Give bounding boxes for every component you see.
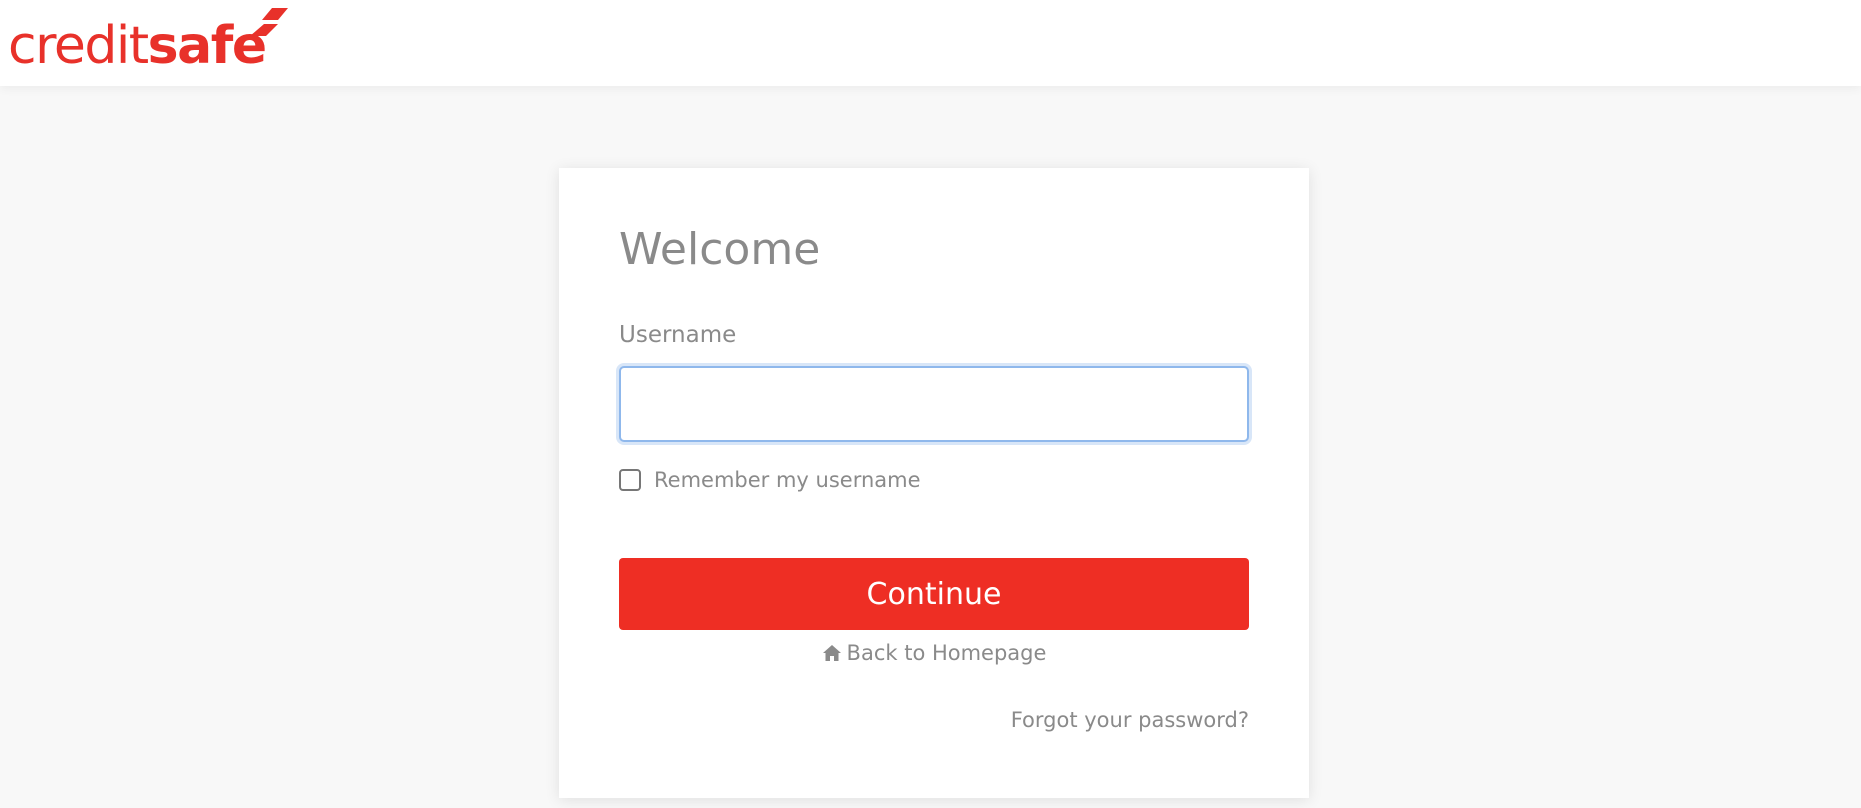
home-icon: [822, 644, 842, 662]
username-label: Username: [619, 322, 737, 348]
logo-text: creditsafe: [8, 20, 267, 72]
back-to-homepage-link[interactable]: Back to Homepage: [619, 641, 1249, 665]
page-title: Welcome: [619, 224, 821, 275]
back-to-homepage-label[interactable]: Back to Homepage: [847, 641, 1047, 665]
logo-text-light: credit: [8, 16, 149, 76]
username-input[interactable]: [619, 366, 1249, 442]
continue-button[interactable]: Continue: [619, 558, 1249, 630]
forgot-password-link[interactable]: Forgot your password?: [1011, 708, 1249, 732]
top-bar: creditsafe: [0, 0, 1861, 86]
remember-username-row[interactable]: Remember my username: [619, 468, 921, 492]
logo-mark-icon: [250, 8, 288, 36]
remember-username-label[interactable]: Remember my username: [654, 468, 921, 492]
login-card: Welcome Username Remember my username Co…: [559, 168, 1309, 798]
remember-username-checkbox[interactable]: [619, 469, 641, 491]
creditsafe-logo[interactable]: creditsafe: [8, 10, 267, 72]
